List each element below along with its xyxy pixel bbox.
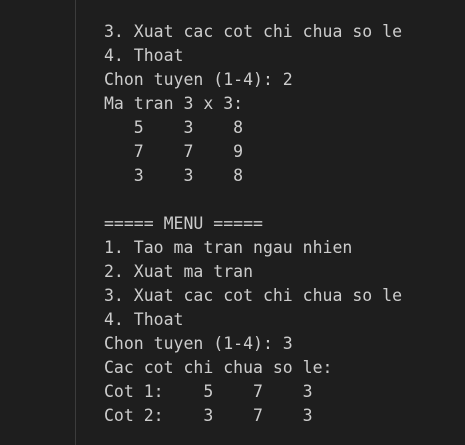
terminal-line-odd-columns-title: Cac cot chi chua so le:	[104, 358, 333, 377]
terminal-line-choice-prompt: Chon tuyen (1-4): 2	[104, 70, 293, 89]
terminal-line-matrix-row-1: 5 3 8	[104, 118, 244, 137]
terminal-line-matrix-row-2: 7 7 9	[104, 142, 244, 161]
side-panel	[0, 0, 75, 445]
terminal-line-menu-option-3: 3. Xuat cac cot chi chua so le	[104, 286, 403, 305]
terminal-line-menu-option-3: 3. Xuat cac cot chi chua so le	[104, 22, 403, 41]
terminal-line-menu-option-4: 4. Thoat	[104, 46, 184, 65]
terminal-line-matrix-title: Ma tran 3 x 3:	[104, 94, 244, 113]
terminal-line-menu-option-1: 1. Tao ma tran ngau nhien	[104, 238, 353, 257]
terminal-line-menu-option-4: 4. Thoat	[104, 310, 184, 329]
terminal-line-choice-prompt: Chon tuyen (1-4): 3	[104, 334, 293, 353]
terminal-line-menu-header: ===== MENU =====	[104, 214, 263, 233]
terminal-output: 3. Xuat cac cot chi chua so le 4. Thoat …	[104, 20, 402, 428]
terminal-line-menu-option-2: 2. Xuat ma tran	[104, 262, 254, 281]
terminal-line-odd-column-2: Cot 2: 3 7 3	[104, 406, 313, 425]
terminal-panel[interactable]: 3. Xuat cac cot chi chua so le 4. Thoat …	[76, 0, 465, 445]
terminal-line-odd-column-1: Cot 1: 5 7 3	[104, 382, 313, 401]
terminal-line-matrix-row-3: 3 3 8	[104, 166, 244, 185]
